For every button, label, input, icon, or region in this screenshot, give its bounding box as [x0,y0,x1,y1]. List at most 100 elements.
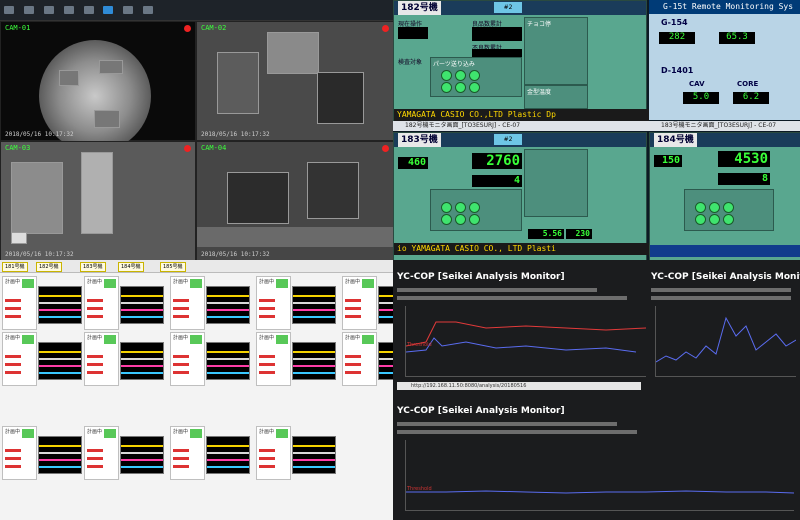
alarm-bar [87,449,103,452]
panel-182[interactable]: 182号機 #2 現在操作 良品数累計 不良数累計 検査対象 チョコ停 パーツ送… [393,0,649,122]
camera-feed-2[interactable]: CAM-02 2018/05/16 10:17:32 [196,21,393,141]
g154-label: G-154 [661,18,688,27]
filter-row[interactable] [397,288,597,292]
camera-feed-1[interactable]: CAM-01 2018/05/16 10:17:32 [0,21,196,152]
status-indicator [362,279,374,288]
panel-183[interactable]: 183号機 #2 460 2760 4 5.56 230 io YAMAGATA… [393,132,649,260]
hmi-cell[interactable]: 計画中 [2,332,37,386]
hmi-cell[interactable]: 計画中 [84,426,119,480]
camera-timestamp: 2018/05/16 10:17:32 [201,131,270,138]
tab-185[interactable]: 185号機 [160,262,186,272]
hmi-cell[interactable]: 計画中 [170,276,205,330]
browser-url-bar[interactable]: http://192.168.11.50:8080/analysis/20180… [397,382,641,390]
status-indicator [104,429,116,438]
trend-line [39,358,81,360]
alarm-bar [87,457,103,460]
camera-label: CAM-02 [201,24,227,32]
camera-feed-4[interactable]: CAM-04 2018/05/16 10:17:32 [196,141,393,260]
alarm-bar [259,457,275,460]
panel-184[interactable]: 184号機 150 4530 8 [649,132,800,260]
trend-plot-1[interactable] [405,306,647,377]
parts-feed-box [684,189,774,231]
camera-icon[interactable] [43,6,54,14]
camera-timestamp: 2018/05/16 10:17:32 [5,131,74,138]
hmi-cell-label: 計画中 [173,279,189,285]
shot-display: 150 [654,155,682,167]
trend-line [293,351,335,353]
hmi-cell[interactable]: 計画中 [342,332,377,386]
alarm-bar [345,363,361,366]
layout-icon[interactable] [4,6,14,14]
trend-line [379,358,393,360]
hmi-cell[interactable]: 計画中 [256,276,291,330]
alarm-bar [259,355,275,358]
remote-monitoring-panel[interactable]: G-15t Remote Monitoring Sys G-154 282 65… [649,0,800,120]
mini-trend [292,342,336,380]
tab-182[interactable]: 182号機 [36,262,62,272]
alarm-bar [345,307,361,310]
alarm-bar [345,299,361,302]
trend-chart-svg [405,321,647,353]
window-title-bar[interactable]: 183号機モニタ画面_[TO3ESURJ] - CE-07 [649,121,800,131]
hmi-cell[interactable]: 計画中 [84,332,119,386]
filter-row[interactable] [651,288,791,292]
hmi-cell[interactable]: 計画中 [256,426,291,480]
mini-trend [206,286,250,324]
alarm-bar [173,465,189,468]
trend-line [293,358,335,360]
search-icon[interactable] [123,6,134,14]
tab-183[interactable]: 183号機 [80,262,106,272]
trend-line [39,466,81,468]
trend-line [207,372,249,374]
trend-line [39,295,81,297]
user-icon[interactable] [143,6,154,14]
hmi-cell-label: 計画中 [87,335,103,341]
trend-line [379,316,393,318]
alarm-bar [173,457,189,460]
trend-plot-2[interactable] [655,306,797,377]
window-title-bar[interactable]: 182号機モニタ画面_[TO3ESURJ] - CE-07 [393,121,657,131]
trend-line [207,316,249,318]
scrolling-ticker: YAMAGATA CASIO CO.,LTD Plastic Dp [394,109,649,121]
hmi-cell[interactable]: 計画中 [170,426,205,480]
trend-line [293,452,335,454]
trend-line [379,302,393,304]
settings-icon[interactable] [63,6,74,14]
hmi-cell[interactable]: 計画中 [84,276,119,330]
panel-title: 184号機 [654,133,697,147]
filter-row[interactable] [651,296,791,300]
status-indicator [190,335,202,344]
mini-trend [206,436,250,474]
trend-plot-3[interactable] [405,440,795,511]
camera-viewer: CAM-01 2018/05/16 10:17:32 CAM-02 2018/0… [0,0,393,260]
filter-row[interactable] [397,296,627,300]
hmi-cell[interactable]: 計画中 [170,332,205,386]
filter-row[interactable] [397,422,617,426]
tab-184[interactable]: 184号機 [118,262,144,272]
hmi-cell-label: 計画中 [87,279,103,285]
trend-line [39,452,81,454]
hmi-cell[interactable]: 計画中 [2,426,37,480]
camera-feed-3[interactable]: CAM-03 2018/05/16 10:17:32 [0,141,196,260]
d1401-label: D-1401 [661,66,694,75]
shot-display [398,27,428,39]
choco-stop-box: チョコ停 [524,17,588,85]
alarm-bar [87,315,103,318]
alarm-bar [87,363,103,366]
record-indicator-icon [382,145,389,152]
camera-label: CAM-01 [5,24,31,32]
tab-181[interactable]: 181号機 [2,262,28,272]
hmi-cell[interactable]: 計画中 [2,276,37,330]
hmi-cell[interactable]: 計画中 [256,332,291,386]
hmi-cell[interactable]: 計画中 [342,276,377,330]
playback-icon[interactable] [103,6,114,14]
cav-label: CAV [689,80,705,88]
mold-temp-box: 金型温度 [524,85,588,109]
grid-icon[interactable] [23,6,34,14]
mini-trend [120,286,164,324]
trend-line [121,351,163,353]
record-icon[interactable] [83,6,94,14]
camera-toolbar [0,0,393,21]
filter-row[interactable] [397,430,637,434]
good-display: 4530 [718,151,770,167]
